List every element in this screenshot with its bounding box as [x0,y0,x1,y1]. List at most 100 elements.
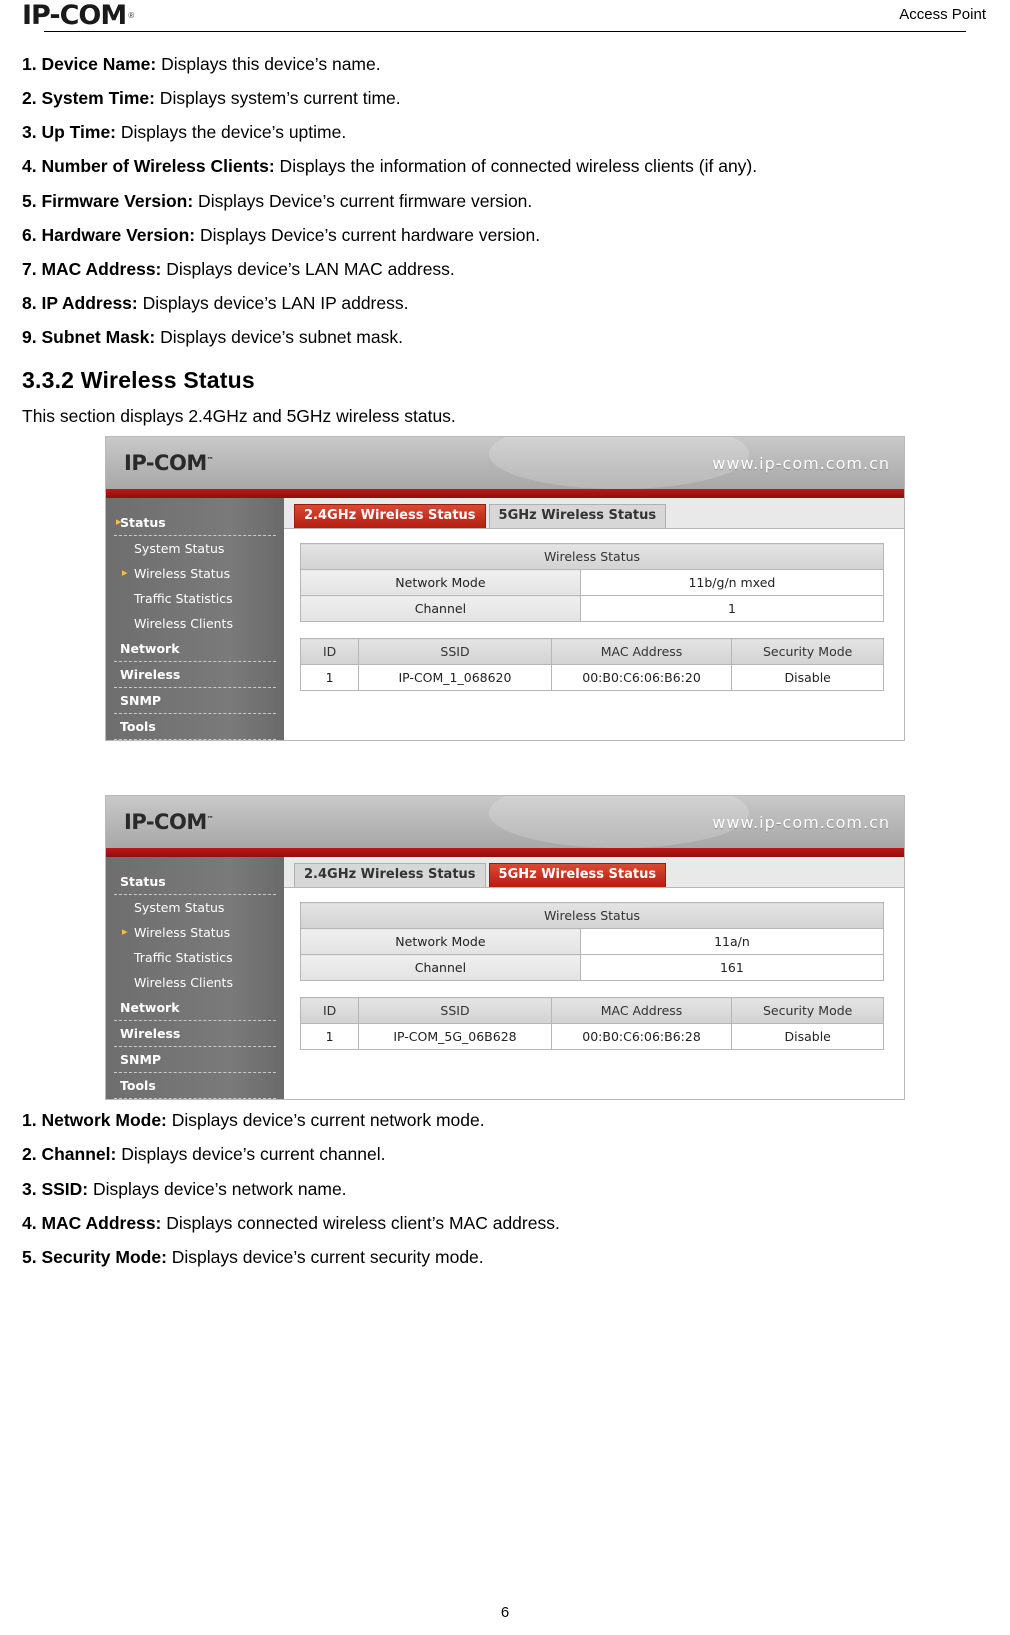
tab-24ghz-wireless-status[interactable]: 2.4GHz Wireless Status [294,863,486,888]
list-item-text: Displays device’s current security mode. [166,1246,484,1267]
brand-logo: IP-COM ® [22,0,134,29]
sidebar-item-network[interactable]: Network [114,636,276,663]
cell-security: Disable [731,664,884,692]
sidebar-item-label: Network [120,641,180,657]
table-title: Wireless Status [300,543,884,571]
sidebar-item-traffic-statistics[interactable]: Traffic Statistics [106,586,284,611]
list-item: 8. IP Address: Displays device’s LAN IP … [22,293,988,313]
list-item: 1. Device Name: Displays this device’s n… [22,54,988,74]
sidebar-item-label: Tools [120,719,156,735]
list-item: 6. Hardware Version: Displays Device’s c… [22,225,988,245]
list-item-text: Displays this device’s name. [156,54,381,74]
sidebar-item-status[interactable]: Status [114,869,276,896]
sidebar-item-tools[interactable]: Tools [114,714,276,741]
list-item: 2. Channel: Displays device’s current ch… [22,1144,988,1164]
tab-5ghz-wireless-status[interactable]: 5GHz Wireless Status [488,863,667,888]
screenshot-figure-5ghz: IP-COM™ www.ip-com.com.cn Status System … [105,795,905,1101]
sidebar-item-label: Wireless Status [134,925,231,941]
sidebar-item-traffic-statistics[interactable]: Traffic Statistics [106,945,284,970]
row-value: 161 [579,954,885,982]
arrow-right-icon: ▸ [122,925,128,939]
column-header-security: Security Mode [731,638,884,666]
column-header-id: ID [299,638,360,666]
sidebar-item-label: Network [120,1000,180,1016]
list-item: 5. Security Mode: Displays device’s curr… [22,1247,988,1267]
row-value: 1 [579,595,885,623]
list-item-label: 8. IP Address: [22,292,138,313]
sidebar-item-wireless[interactable]: Wireless [114,1021,276,1048]
arrow-right-icon: ▸ [122,566,128,580]
sidebar-item-wireless-status[interactable]: ▸ Wireless Status [106,920,284,945]
document-content: 1. Device Name: Displays this device’s n… [22,36,988,1267]
list-item-text: Displays connected wireless client’s MAC… [161,1212,560,1233]
row-label: Network Mode [300,569,581,597]
list-item: 4. MAC Address: Displays connected wirel… [22,1213,988,1233]
sidebar-item-label: Wireless Status [134,566,231,582]
sidebar-item-label: Tools [120,1078,156,1094]
sidebar-item-wireless-status[interactable]: ▸ Wireless Status [106,561,284,586]
list-item-text: Displays the information of connected wi… [274,156,758,177]
column-header-id: ID [299,997,360,1025]
tab-5ghz-wireless-status[interactable]: 5GHz Wireless Status [488,504,667,529]
sidebar-item-wireless[interactable]: Wireless [114,662,276,689]
wireless-client-table: ID SSID MAC Address Security Mode 1 IP-C… [299,638,884,692]
list-item-label: 3. Up Time: [22,122,117,143]
list-item-label: 7. MAC Address: [22,258,162,279]
table-row: 1 IP-COM_5G_06B628 00:B0:C6:06:B6:28 Dis… [299,1023,884,1051]
list-item-text: Displays device’s LAN MAC address. [161,258,455,279]
row-value: 11a/n [579,928,885,956]
sidebar-item-wireless-clients[interactable]: Wireless Clients [106,970,284,995]
header-title: Access Point [899,6,986,23]
section-heading: 3.3.2 Wireless Status [22,367,255,394]
sidebar-item-status[interactable]: ▸ Status [114,510,276,537]
list-item-text: Displays system’s current time. [154,88,401,109]
sidebar-item-label: Traffic Statistics [134,950,233,966]
sidebar-item-network[interactable]: Network [114,995,276,1022]
section-intro: This section displays 2.4GHz and 5GHz wi… [22,406,456,427]
sidebar-item-system-status[interactable]: System Status [106,895,284,920]
list-item: 9. Subnet Mask: Displays device’s subnet… [22,327,988,347]
list-item-text: Displays device’s current channel. [116,1144,386,1165]
sidebar-item-label: Wireless Clients [134,975,233,991]
sidebar-item-label: Traffic Statistics [134,591,233,607]
wireless-client-table: ID SSID MAC Address Security Mode 1 IP-C… [299,997,884,1051]
list-item-label: 5. Security Mode: [22,1246,167,1267]
table-row: Network Mode 11a/n [300,928,885,956]
list-item-text: Displays Device’s current hardware versi… [195,224,541,245]
sidebar-item-label: SNMP [120,693,162,709]
document-header: IP-COM ® Access Point [22,0,988,36]
bullet-icon: ▸ [116,515,122,529]
ui-main-pane: 2.4GHz Wireless Status 5GHz Wireless Sta… [284,857,904,1100]
cell-id: 1 [299,1023,360,1051]
column-header-mac: MAC Address [550,997,733,1025]
sidebar-item-system-status[interactable]: System Status [106,536,284,561]
table-row: Channel 161 [300,954,885,982]
sidebar-item-label: Status [120,874,166,890]
ui-header-bar: IP-COM™ www.ip-com.com.cn [106,437,904,490]
column-header-mac: MAC Address [550,638,733,666]
wireless-status-table: Wireless Status Network Mode 11a/n Chann… [300,902,885,982]
brand-logo-text: IP-COM [22,0,127,31]
tab-bar: 2.4GHz Wireless Status 5GHz Wireless Sta… [284,857,904,889]
row-value: 11b/g/n mxed [579,569,885,597]
sidebar-item-snmp[interactable]: SNMP [114,688,276,715]
sidebar-item-wireless-clients[interactable]: Wireless Clients [106,611,284,636]
list-item-label: 1. Network Mode: [22,1110,167,1131]
sidebar-item-tools[interactable]: Tools [114,1073,276,1100]
list-item: 3. Up Time: Displays the device’s uptime… [22,122,988,142]
row-label: Network Mode [300,928,581,956]
list-item-label: 2. Channel: [22,1144,117,1165]
list-item-text: Displays device’s network name. [88,1178,347,1199]
list-item: 1. Network Mode: Displays device’s curre… [22,1110,988,1130]
table-row: Network Mode 11b/g/n mxed [300,569,885,597]
header-divider [44,31,966,32]
list-item-text: Displays device’s current network mode. [166,1110,485,1131]
tab-24ghz-wireless-status[interactable]: 2.4GHz Wireless Status [294,504,486,529]
sidebar-item-snmp[interactable]: SNMP [114,1047,276,1074]
sidebar-item-label: Wireless [120,1026,181,1042]
list-item: 3. SSID: Displays device’s network name. [22,1179,988,1199]
sidebar-item-label: SNMP [120,1052,162,1068]
ui-main-pane: 2.4GHz Wireless Status 5GHz Wireless Sta… [284,498,904,741]
tab-bar: 2.4GHz Wireless Status 5GHz Wireless Sta… [284,498,904,530]
list-item-label: 2. System Time: [22,88,155,109]
